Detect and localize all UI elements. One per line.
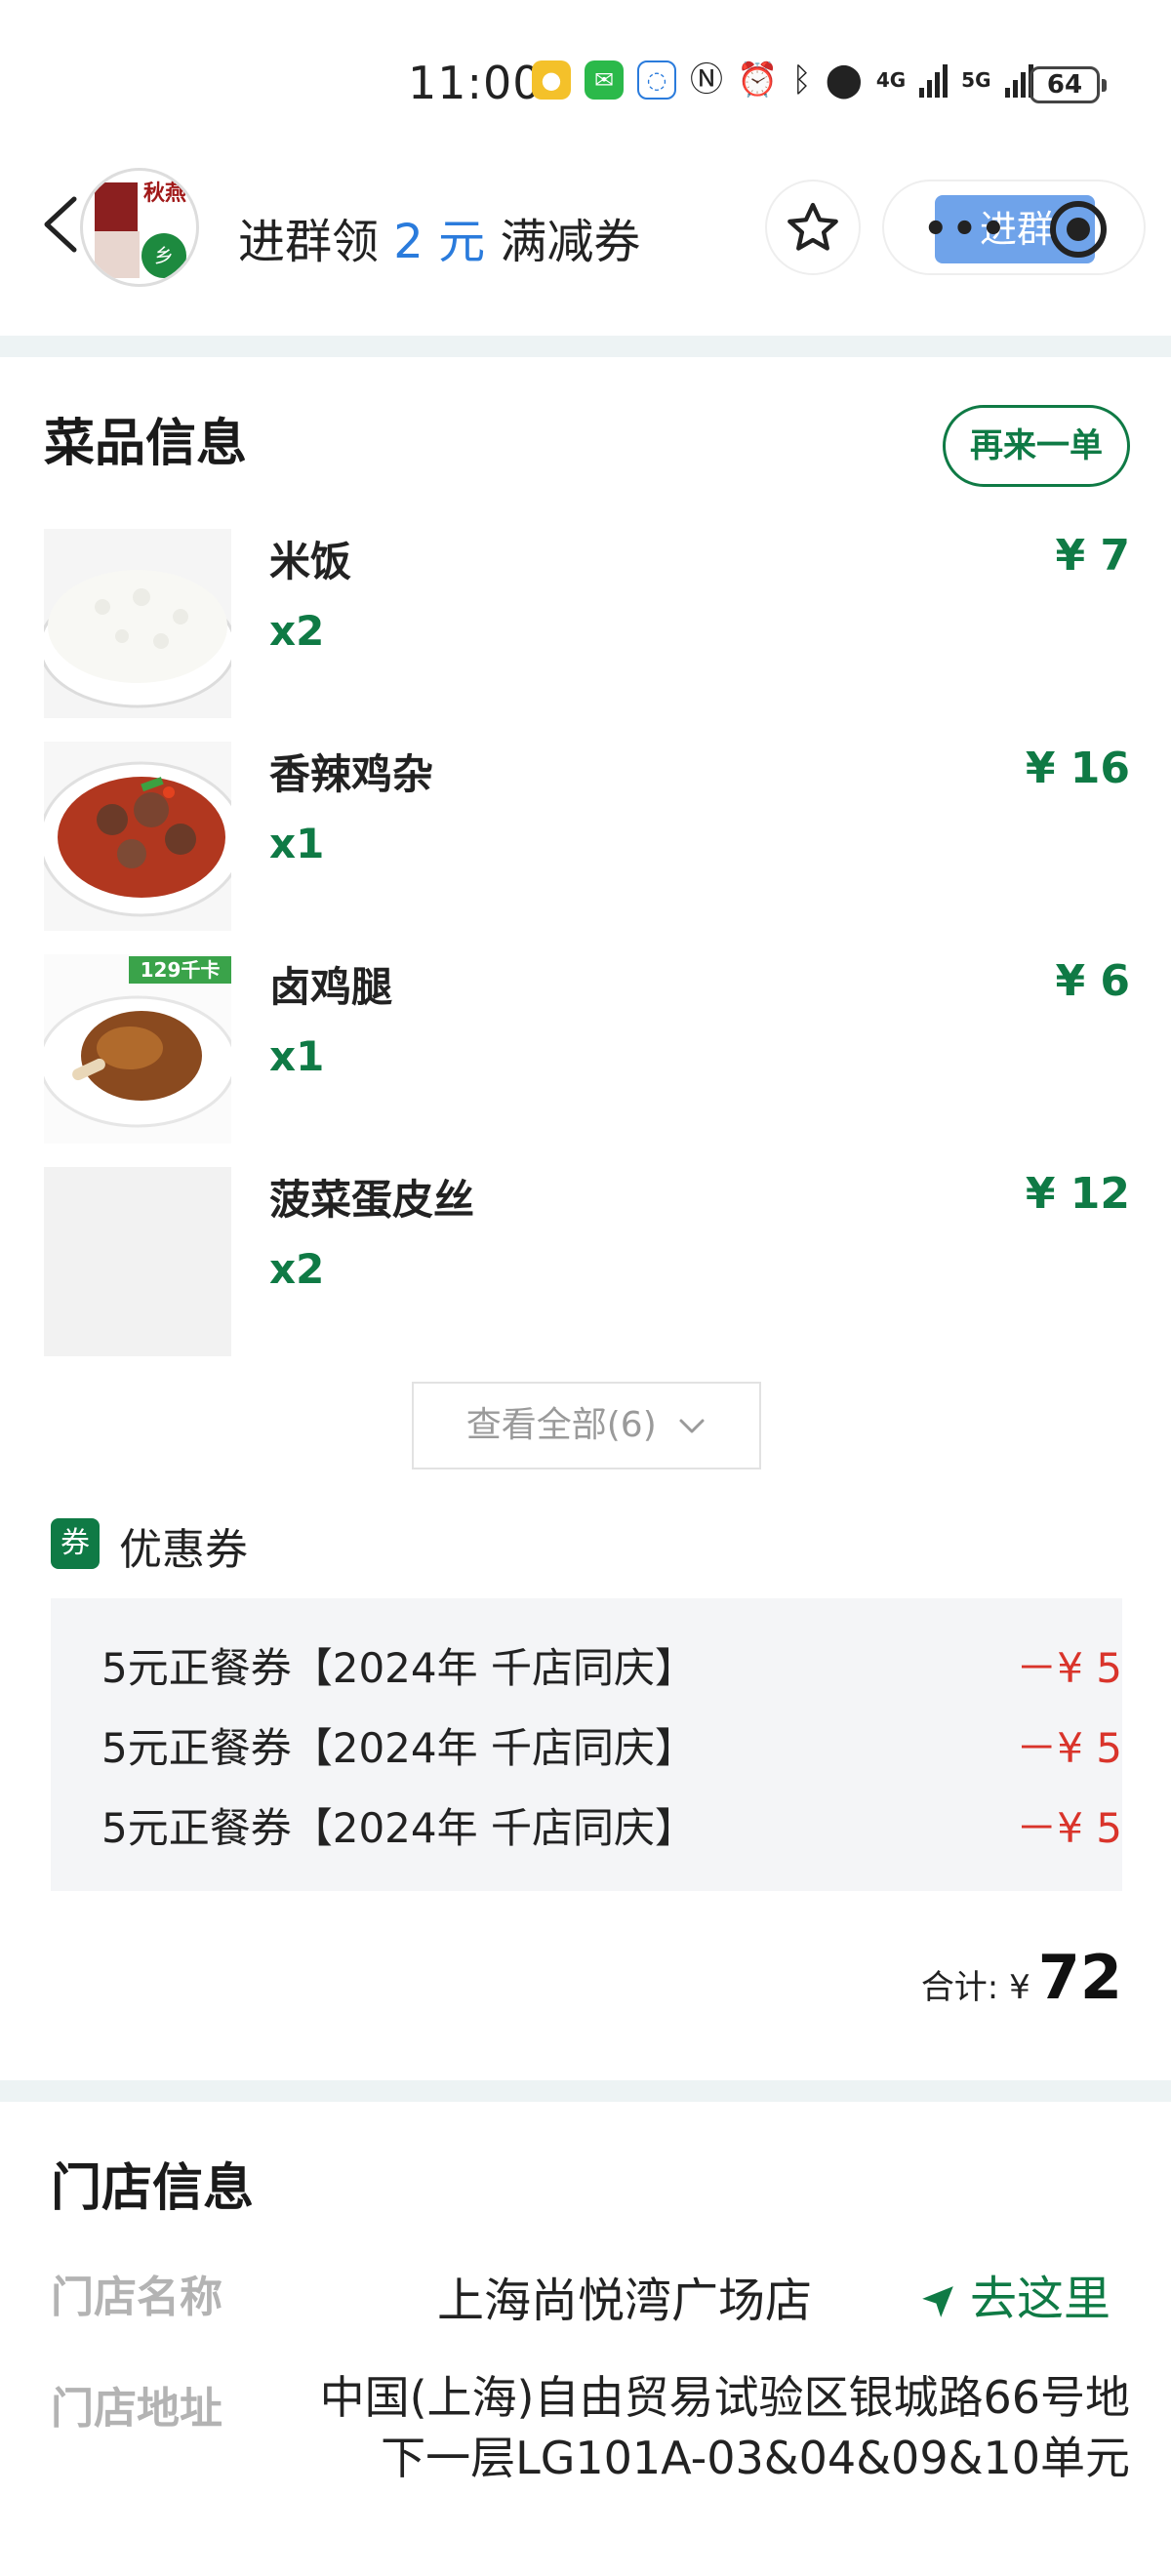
dish-image-rice	[44, 529, 231, 718]
order-total: 合计: ¥72	[921, 1942, 1122, 2013]
banner-prefix: 进群领	[238, 215, 394, 269]
coupon-row: 5元正餐券【2024年 千店同庆】 －¥ 5	[101, 1715, 1122, 1774]
section-divider	[0, 336, 1171, 357]
dish-price: ¥ 16	[1025, 744, 1130, 793]
dish-quantity: x1	[269, 1032, 325, 1080]
star-icon	[787, 202, 838, 251]
dish-item: 129千卡 卤鸡腿 x1 ¥ 6	[0, 954, 1171, 1149]
store-avatar[interactable]: 秋燕 乡	[80, 168, 199, 287]
coupon-name: 5元正餐券【2024年 千店同庆】	[101, 1804, 696, 1852]
group-coupon-banner[interactable]: 进群领 2 元 满减券	[238, 203, 640, 271]
view-all-dishes-button[interactable]: 查看全部(6)	[412, 1382, 761, 1469]
dish-price: ¥ 12	[1025, 1169, 1130, 1219]
navigate-button[interactable]: 去这里	[919, 2260, 1110, 2328]
status-bar: 11:00 ● ✉ ◌ Ⓝ ⏰ ᛒ ⬤ 4G 5G 64	[0, 0, 1171, 166]
store-section-title: 门店信息	[51, 2159, 255, 2218]
banner-amount: 2 元	[393, 215, 486, 269]
wechat-icon: ✉	[585, 60, 624, 100]
navigation-arrow-icon	[922, 2286, 953, 2317]
chevron-down-icon	[679, 1419, 705, 1433]
status-time: 11:00	[408, 57, 543, 109]
dish-name: 卤鸡腿	[269, 963, 393, 1011]
weibo-icon: ●	[532, 60, 571, 100]
dish-name: 米饭	[269, 538, 352, 585]
battery-icon: 64	[1030, 66, 1107, 103]
location-icon: ⬤	[825, 60, 863, 100]
coupon-discount: －¥ 5	[1016, 1644, 1122, 1692]
coupon-badge-icon: 券	[51, 1518, 100, 1569]
more-icon[interactable]: •••	[923, 207, 1010, 252]
back-arrow-icon[interactable]	[39, 195, 82, 254]
coupon-name: 5元正餐券【2024年 千店同庆】	[101, 1724, 696, 1772]
avatar-image	[95, 231, 140, 278]
store-address-label: 门店地址	[51, 2384, 222, 2434]
status-icons: ● ✉ ◌ Ⓝ ⏰ ᛒ ⬤ 4G 5G	[532, 60, 1033, 100]
dish-item: 米饭 x2 ¥ 7	[0, 529, 1171, 724]
dish-name: 香辣鸡杂	[269, 750, 434, 798]
bluetooth-icon: ᛒ	[791, 60, 812, 100]
favorite-button[interactable]	[765, 180, 861, 275]
dish-quantity: x2	[269, 607, 325, 655]
dish-image-chicken-giblets	[44, 742, 231, 931]
alarm-icon: ⏰	[737, 60, 779, 100]
section-divider	[0, 2080, 1171, 2102]
dish-item: 香辣鸡杂 x1 ¥ 16	[0, 742, 1171, 937]
dish-quantity: x1	[269, 820, 325, 867]
view-all-label: 查看全部(6)	[465, 1405, 657, 1445]
total-value: 72	[1037, 1942, 1122, 2013]
coupon-discount: －¥ 5	[1016, 1804, 1122, 1852]
network-5g-label: 5G	[961, 68, 991, 92]
banner-suffix: 满减券	[485, 215, 641, 269]
avatar-logo-text: 秋燕	[140, 182, 190, 231]
coupon-row: 5元正餐券【2024年 千店同庆】 －¥ 5	[101, 1635, 1122, 1694]
signal-bars-icon	[919, 62, 949, 98]
dish-item: 菠菜蛋皮丝 x2 ¥ 12	[0, 1167, 1171, 1362]
nfc-icon: Ⓝ	[690, 60, 723, 100]
coupons-title: 优惠券	[119, 1525, 248, 1575]
coupon-name: 5元正餐券【2024年 千店同庆】	[101, 1644, 696, 1692]
chat-bubble-icon: ◌	[637, 60, 676, 100]
navigate-label: 去这里	[970, 2272, 1111, 2326]
close-miniprogram-icon[interactable]	[1050, 201, 1107, 258]
total-label: 合计: ¥	[920, 1968, 1030, 2007]
coupon-discount: －¥ 5	[1016, 1724, 1122, 1772]
avatar-logo-badge: 乡	[141, 233, 186, 278]
mini-program-capsule[interactable]: 进群 •••	[882, 180, 1146, 275]
dish-price: ¥ 6	[1055, 956, 1130, 1006]
avatar-image	[95, 182, 138, 231]
coupon-list: 5元正餐券【2024年 千店同庆】 －¥ 5 5元正餐券【2024年 千店同庆】…	[51, 1598, 1122, 1891]
reorder-button[interactable]: 再来一单	[943, 405, 1130, 487]
network-4g-label: 4G	[875, 68, 907, 92]
dishes-section-title: 菜品信息	[44, 415, 248, 473]
store-name-label: 门店名称	[51, 2273, 222, 2322]
dish-price: ¥ 7	[1055, 531, 1130, 581]
dish-quantity: x2	[269, 1245, 325, 1293]
coupon-row: 5元正餐券【2024年 千店同庆】 －¥ 5	[101, 1795, 1122, 1854]
store-address-value: 中国(上海)自由贸易试验区银城路66号地下一层LG101A-03&04&09&1…	[319, 2371, 1130, 2484]
store-name-value: 上海尚悦湾广场店	[437, 2274, 813, 2328]
dish-name: 菠菜蛋皮丝	[269, 1176, 475, 1224]
dish-image-placeholder	[44, 1167, 231, 1356]
calorie-badge: 129千卡	[129, 956, 231, 984]
